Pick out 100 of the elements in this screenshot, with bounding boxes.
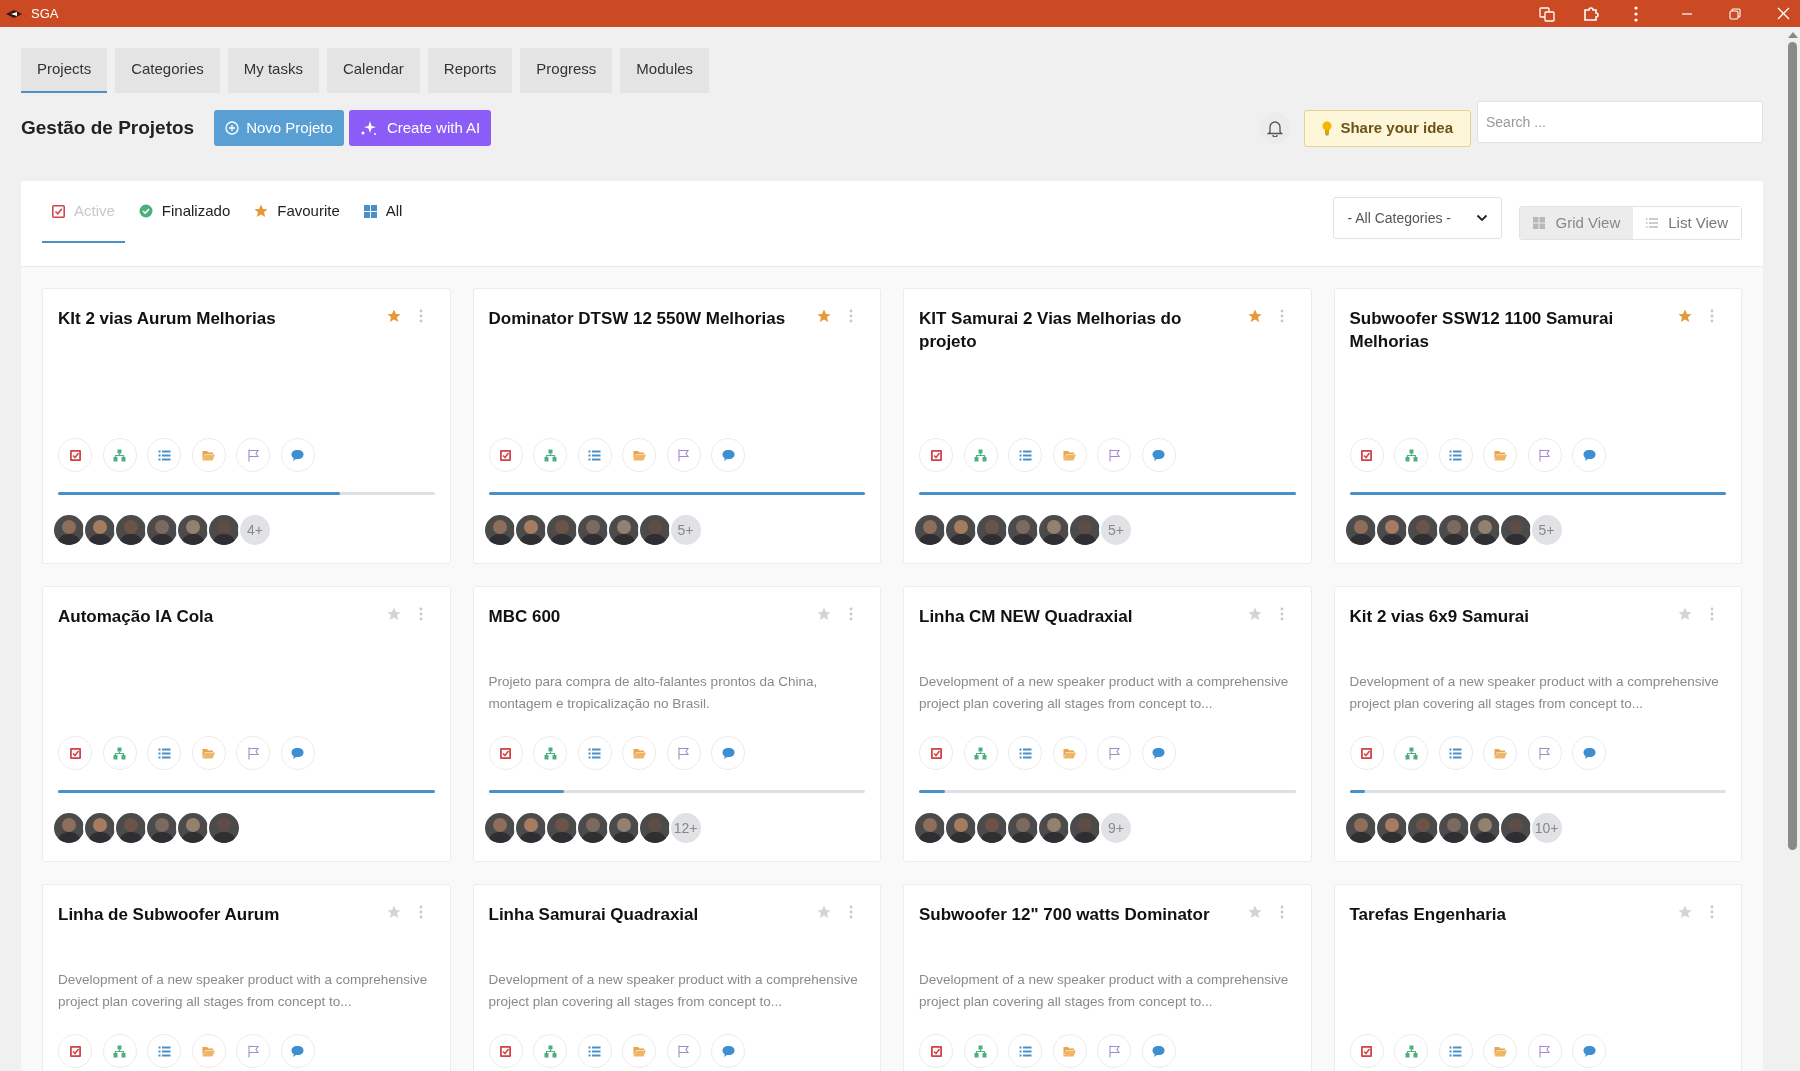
more-button[interactable]	[849, 607, 853, 621]
sitemap-icon	[113, 448, 126, 462]
puzzle-icon[interactable]	[1582, 4, 1600, 23]
project-card[interactable]: Subwoofer 12" 700 watts Dominator Development of a new speaker product with a comprehensive project plan covering all stages from concept to...	[903, 884, 1312, 1071]
more-button[interactable]	[1279, 309, 1284, 323]
speech-bubble-icon	[721, 448, 735, 462]
list-icon	[1018, 448, 1032, 462]
scrollbar-thumb[interactable]	[1788, 42, 1797, 850]
more-icon	[849, 607, 853, 621]
project-title: MBC 600	[488, 606, 562, 628]
project-card[interactable]: Automação IA Cola	[42, 586, 451, 862]
favourite-button[interactable]	[1247, 607, 1262, 621]
project-card[interactable]: Linha Samurai Quadraxial Development of a new speaker product with a comprehensive project plan covering all stages from concept to...	[472, 884, 881, 1071]
list-icon	[1646, 218, 1659, 228]
folder-icon	[202, 1044, 215, 1058]
more-icon	[1279, 309, 1284, 323]
speech-bubble-icon	[721, 1044, 735, 1058]
restore-icon[interactable]	[1729, 7, 1741, 20]
folder-icon	[632, 1044, 646, 1058]
project-title: Dominator DTSW 12 550W Melhorias	[488, 308, 787, 330]
nav-tab[interactable]: Categories	[115, 48, 220, 93]
favourite-button[interactable]	[1247, 905, 1262, 919]
filter-tab[interactable]: Favourite	[244, 181, 350, 243]
favourite-button[interactable]	[1678, 607, 1692, 621]
list-icon	[1018, 746, 1032, 760]
nav-tab[interactable]: Calendar	[326, 48, 420, 93]
more-button[interactable]	[1279, 607, 1284, 621]
favourite-button[interactable]	[386, 905, 401, 919]
more-button[interactable]	[418, 607, 423, 621]
flag-icon	[1107, 746, 1121, 760]
create-with-ai-button[interactable]: Create with AI	[348, 110, 492, 146]
flag-icon	[677, 1044, 690, 1058]
project-description: Development of a new speaker product with a comprehensive project plan covering all stages from concept to...	[58, 971, 429, 1011]
favourite-button[interactable]	[386, 607, 401, 621]
sitemap-icon	[113, 1044, 126, 1058]
favourite-button[interactable]	[1678, 905, 1692, 919]
list-icon	[588, 746, 601, 760]
project-card[interactable]: Tarefas Engenharia	[1333, 884, 1742, 1071]
list-icon	[1449, 1044, 1462, 1058]
window-title: SGA	[31, 4, 59, 23]
star-icon	[817, 607, 831, 621]
favourite-button[interactable]	[817, 309, 831, 323]
notifications-button[interactable]	[1259, 112, 1292, 144]
list-icon	[1449, 448, 1462, 462]
favourite-button[interactable]	[817, 905, 831, 919]
more-button[interactable]	[1710, 309, 1714, 323]
project-card[interactable]: KIt 2 vias Aurum Melhorias 4+	[42, 288, 451, 564]
sitemap-icon	[543, 448, 557, 462]
favourite-button[interactable]	[386, 309, 401, 323]
more-icon[interactable]	[1634, 5, 1638, 22]
nav-tab[interactable]: Modules	[620, 48, 710, 93]
list-icon	[588, 1044, 601, 1058]
speech-bubble-icon	[1152, 1044, 1165, 1058]
star-icon	[1247, 309, 1262, 323]
list-icon	[157, 1044, 171, 1058]
filter-tab[interactable]: All	[353, 181, 413, 243]
checkbox-icon	[1360, 746, 1373, 760]
checkbox-icon	[929, 1044, 943, 1058]
more-button[interactable]	[1710, 607, 1714, 621]
project-card[interactable]: MBC 600 Projeto para compra de alto-falantes prontos da China, montagem e tropicalização no Brasil. 12+	[472, 586, 881, 862]
project-card[interactable]: Dominator DTSW 12 550W Melhorias 5+	[472, 288, 881, 564]
favourite-button[interactable]	[817, 607, 831, 621]
more-icon	[1710, 905, 1714, 919]
sitemap-icon	[974, 746, 987, 760]
nav-tab[interactable]: Projects	[21, 48, 108, 93]
nav-tab[interactable]: Reports	[427, 48, 513, 93]
star-icon	[1678, 309, 1692, 323]
grid-icon	[1533, 217, 1546, 229]
search-field[interactable]: Search ...	[1477, 101, 1763, 143]
close-icon[interactable]	[1777, 7, 1790, 20]
project-card[interactable]: Kit 2 vias 6x9 Samurai Development of a new speaker product with a comprehensive project plan covering all stages from concept to... 10+	[1333, 586, 1742, 862]
nav-tab[interactable]: My tasks	[227, 48, 319, 93]
project-card[interactable]: Linha CM NEW Quadraxial Development of a new speaker product with a comprehensive project plan covering all stages from concept to... 9+	[903, 586, 1312, 862]
member-count: 12+	[668, 811, 703, 845]
member-count: 10+	[1529, 811, 1564, 845]
more-button[interactable]	[1710, 905, 1714, 919]
star-icon	[817, 905, 831, 919]
folder-icon	[632, 448, 646, 462]
more-button[interactable]	[1279, 905, 1284, 919]
member-count: 5+	[1099, 513, 1133, 547]
project-description: Development of a new speaker product with a comprehensive project plan covering all stages from concept to...	[919, 971, 1290, 1011]
more-icon	[1279, 607, 1284, 621]
more-button[interactable]	[418, 905, 423, 919]
project-card[interactable]: KIT Samurai 2 Vias Melhorias do projeto 5+	[903, 288, 1312, 564]
more-button[interactable]	[849, 309, 853, 323]
project-card[interactable]: Subwoofer SSW12 1100 Samurai Melhorias 5+	[1333, 288, 1742, 564]
share-idea-button[interactable]: Share your idea	[1304, 109, 1471, 147]
list-icon	[588, 448, 601, 462]
folder-icon	[632, 746, 646, 760]
checkbox-icon	[499, 746, 512, 760]
favourite-button[interactable]	[1678, 309, 1692, 323]
more-button[interactable]	[418, 309, 423, 323]
category-dropdown[interactable]: - All Categories -	[1333, 197, 1503, 239]
chevron-down-icon	[1476, 214, 1489, 222]
nav-tab[interactable]: Progress	[520, 48, 613, 93]
project-card[interactable]: Linha de Subwoofer Aurum Development of a new speaker product with a comprehensive project plan covering all stages from concept to...	[42, 884, 451, 1071]
more-button[interactable]	[849, 905, 853, 919]
favourite-button[interactable]	[1247, 309, 1262, 323]
filter-tab[interactable]: Finalizado	[128, 181, 241, 243]
list-icon	[1018, 1044, 1032, 1058]
